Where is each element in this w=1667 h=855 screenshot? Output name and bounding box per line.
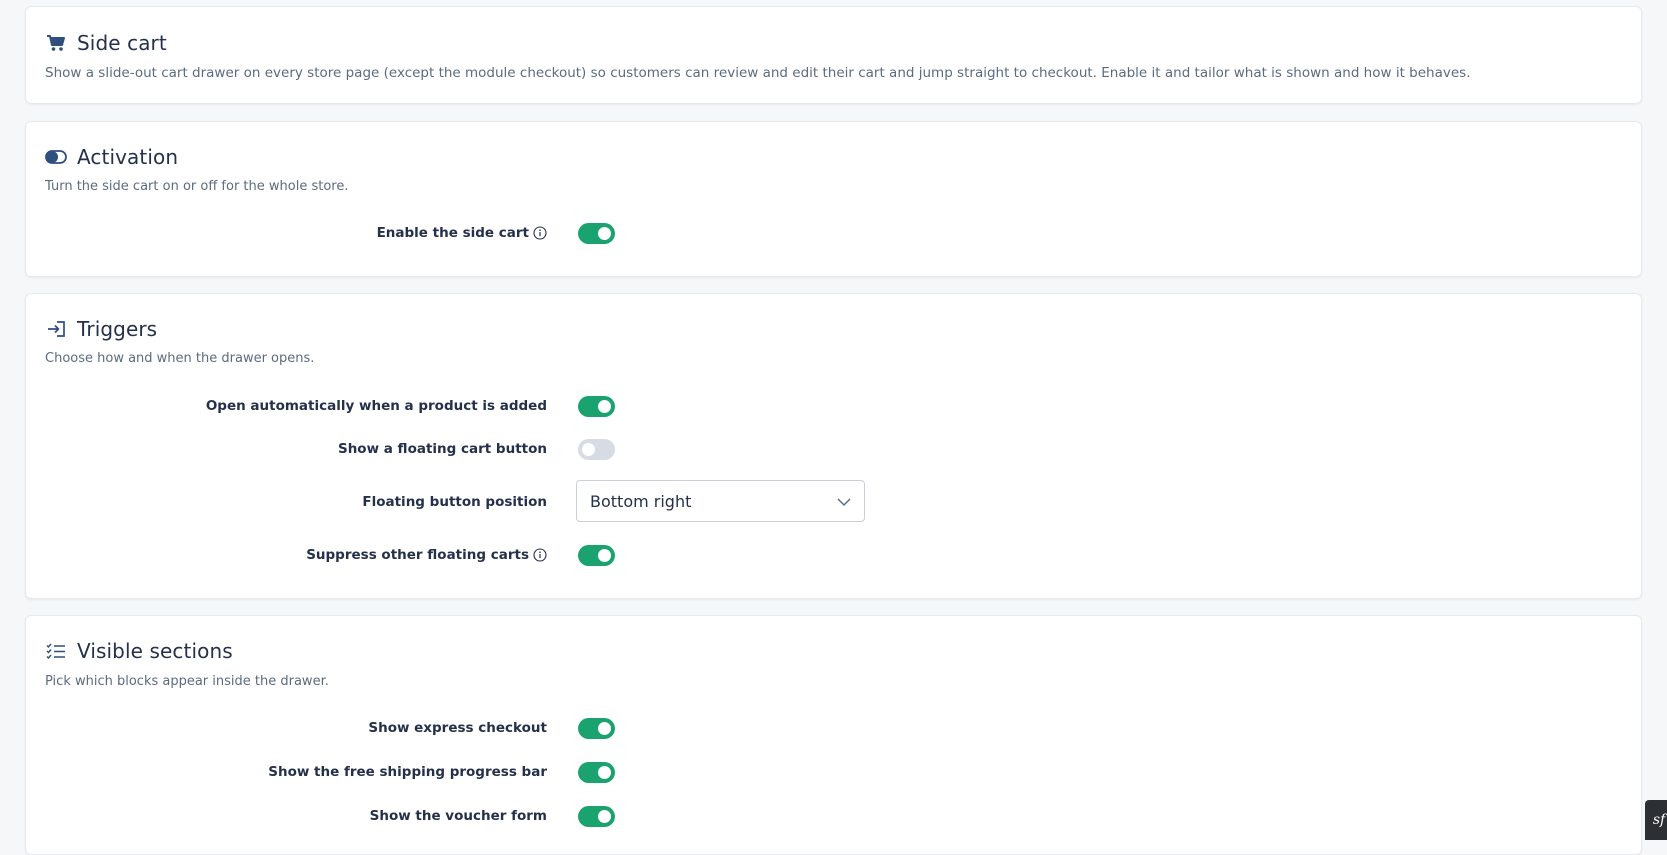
toggle-knob: [598, 227, 611, 240]
info-icon[interactable]: [533, 548, 547, 562]
visible-sections-title: Visible sections: [77, 639, 233, 663]
position-select-value: Bottom right: [590, 491, 692, 511]
suppress-label: Suppress other floating carts: [306, 543, 547, 567]
voucher-row: Show the voucher form: [26, 804, 1641, 828]
floating-button-row: Show a floating cart button: [26, 437, 1641, 461]
sign-in-icon: [45, 318, 67, 340]
floating-button-toggle[interactable]: [578, 439, 615, 460]
suppress-row: Suppress other floating carts: [26, 543, 1641, 567]
cart-icon: [45, 32, 67, 54]
enable-side-cart-label: Enable the side cart: [377, 221, 547, 245]
toggle-knob: [598, 810, 611, 823]
enable-side-cart-text: Enable the side cart: [376, 225, 529, 241]
chevron-down-icon: [836, 494, 852, 510]
position-label: Floating button position: [362, 494, 547, 510]
position-select[interactable]: Bottom right: [576, 480, 865, 522]
toggle-knob: [598, 549, 611, 562]
suppress-text: Suppress other floating carts: [306, 547, 529, 563]
voucher-label: Show the voucher form: [369, 808, 547, 824]
enable-side-cart-toggle[interactable]: [578, 223, 615, 244]
express-label: Show express checkout: [368, 720, 547, 736]
voucher-toggle[interactable]: [578, 806, 615, 827]
toggle-icon: [45, 146, 67, 168]
side-cart-card: Side cart Show a slide-out cart drawer o…: [25, 6, 1642, 104]
floating-button-label: Show a floating cart button: [337, 441, 547, 457]
side-cart-description: Show a slide-out cart drawer on every st…: [45, 65, 1471, 81]
toggle-knob: [598, 766, 611, 779]
visible-sections-description: Pick which blocks appear inside the draw…: [45, 674, 329, 689]
triggers-title: Triggers: [77, 317, 158, 341]
symfony-glyph: sf: [1652, 812, 1666, 828]
side-cart-title: Side cart: [77, 31, 167, 55]
shipping-bar-toggle[interactable]: [578, 762, 615, 783]
position-row: Floating button position Bottom right: [26, 480, 1641, 522]
triggers-card: Triggers Choose how and when the drawer …: [25, 293, 1642, 599]
auto-open-row: Open automatically when a product is add…: [26, 394, 1641, 418]
toggle-knob: [598, 400, 611, 413]
side-cart-header: Side cart: [45, 31, 167, 55]
toggle-knob: [582, 443, 595, 456]
triggers-header: Triggers: [45, 317, 157, 341]
activation-card: Activation Turn the side cart on or off …: [25, 121, 1642, 277]
shipping-bar-row: Show the free shipping progress bar: [26, 760, 1641, 784]
symfony-icon[interactable]: sf: [1645, 800, 1667, 840]
activation-header: Activation: [45, 145, 178, 169]
info-icon[interactable]: [533, 226, 547, 240]
activation-description: Turn the side cart on or off for the who…: [45, 179, 349, 194]
auto-open-toggle[interactable]: [578, 396, 615, 417]
checklist-icon: [45, 640, 67, 662]
toggle-knob: [598, 722, 611, 735]
activation-title: Activation: [77, 145, 179, 169]
visible-sections-header: Visible sections: [45, 639, 233, 663]
triggers-description: Choose how and when the drawer opens.: [45, 351, 315, 366]
express-row: Show express checkout: [26, 716, 1641, 740]
express-toggle[interactable]: [578, 718, 615, 739]
auto-open-label: Open automatically when a product is add…: [205, 398, 547, 414]
suppress-toggle[interactable]: [578, 545, 615, 566]
visible-sections-card: Visible sections Pick which blocks appea…: [25, 615, 1642, 855]
enable-side-cart-row: Enable the side cart: [26, 221, 1641, 245]
shipping-bar-label: Show the free shipping progress bar: [268, 764, 547, 780]
